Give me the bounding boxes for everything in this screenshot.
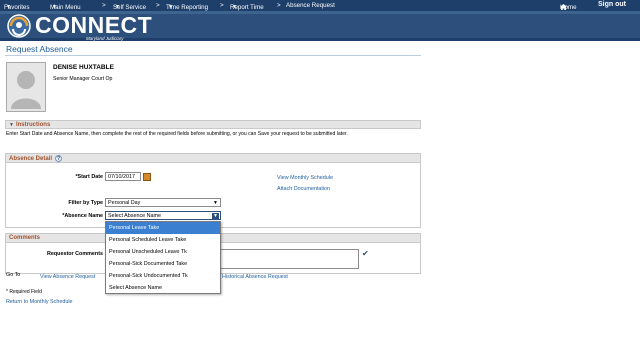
caret-down-icon: ▼ [168,4,173,10]
connect-logo-icon [7,14,31,38]
breadcrumb-separator: > [220,2,224,9]
dropdown-option[interactable]: Personal-Sick Documented Take [106,258,220,270]
absence-detail-header-label: Absence Detail [9,156,53,162]
dropdown-option[interactable]: Personal-Sick Undocumented Tk [106,270,220,282]
calendar-icon[interactable] [143,173,151,181]
attach-documentation-link[interactable]: Attach Documentation [277,186,330,192]
instructions-header-label: Instructions [15,122,51,128]
absence-detail-header: Absence Detail? [9,155,63,162]
comments-header: Comments [9,235,41,241]
filter-by-type-select[interactable]: Personal Day ▼ [105,198,221,207]
divider [5,55,421,56]
top-nav-bar: Favorites ▼ Main Menu ▼ > Self Service ▼ > … [0,0,640,11]
absence-detail-section-header: Absence Detail? [5,153,421,163]
instructions-text: Enter Start Date and Absence Name, then … [6,131,348,137]
absence-name-value: Select Absence Name [108,213,162,219]
caret-down-icon: ▼ [232,4,237,10]
spell-check-icon[interactable]: ✔ [362,249,369,258]
view-absence-request-link[interactable]: View Absence Request [40,274,95,280]
help-icon[interactable]: ? [55,155,63,162]
avatar [6,62,46,112]
historical-absence-request-link[interactable]: Historical Absence Request [222,274,288,280]
dropdown-option[interactable]: Personal Scheduled Leave Take [106,234,220,246]
caret-down-icon: ▼ [115,4,120,10]
view-monthly-schedule-link[interactable]: View Monthly Schedule [277,175,333,181]
employee-title: Senior Manager Court Op [53,76,113,82]
start-date-label: *Start Date [75,174,103,180]
absence-name-select[interactable]: Select Absence Name ▼ [105,211,221,220]
person-icon [7,63,45,111]
collapse-triangle-icon: ▼ [9,122,14,128]
dropdown-option[interactable]: Personal Unscheduled Leave Tk [106,246,220,258]
requestor-comments-label: Requestor Comments [46,251,103,257]
dropdown-option[interactable]: Select Absence Name [106,282,220,294]
breadcrumb-separator: > [156,2,160,9]
home-label: Home [560,4,577,11]
app-logo-subtitle: Maryland Judiciary [86,36,124,41]
chevron-down-icon: ▼ [213,200,218,206]
page-title: Request Absence [6,44,73,54]
required-field-note: * Required Field [6,289,42,295]
caret-down-icon: ▼ [6,4,11,10]
breadcrumb-separator: > [102,2,106,9]
chevron-down-icon: ▼ [212,213,219,219]
absence-name-dropdown-list: Personal Leave Take Personal Scheduled L… [105,221,221,294]
dropdown-option[interactable]: Personal Leave Take [106,222,220,234]
instructions-section-header[interactable]: ▼ Instructions [5,120,421,129]
caret-down-icon: ▼ [52,4,57,10]
instructions-header: ▼ Instructions [9,122,50,128]
absence-name-label: *Absence Name [62,213,103,219]
filter-by-type-value: Personal Day [108,200,141,206]
sign-out-link[interactable]: Sign out [598,1,626,8]
nav-absence-request: Absence Request [286,2,335,9]
filter-by-type-label: Filter by Type [68,200,103,206]
breadcrumb-separator: > [277,2,281,9]
employee-name: DENISE HUXTABLE [53,64,114,71]
start-date-input[interactable]: 07/10/2017 [105,172,141,181]
app-logo-text: CONNECT [35,12,153,38]
return-to-monthly-schedule-link[interactable]: Return to Monthly Schedule [6,299,73,305]
goto-label: Go To [6,272,21,278]
